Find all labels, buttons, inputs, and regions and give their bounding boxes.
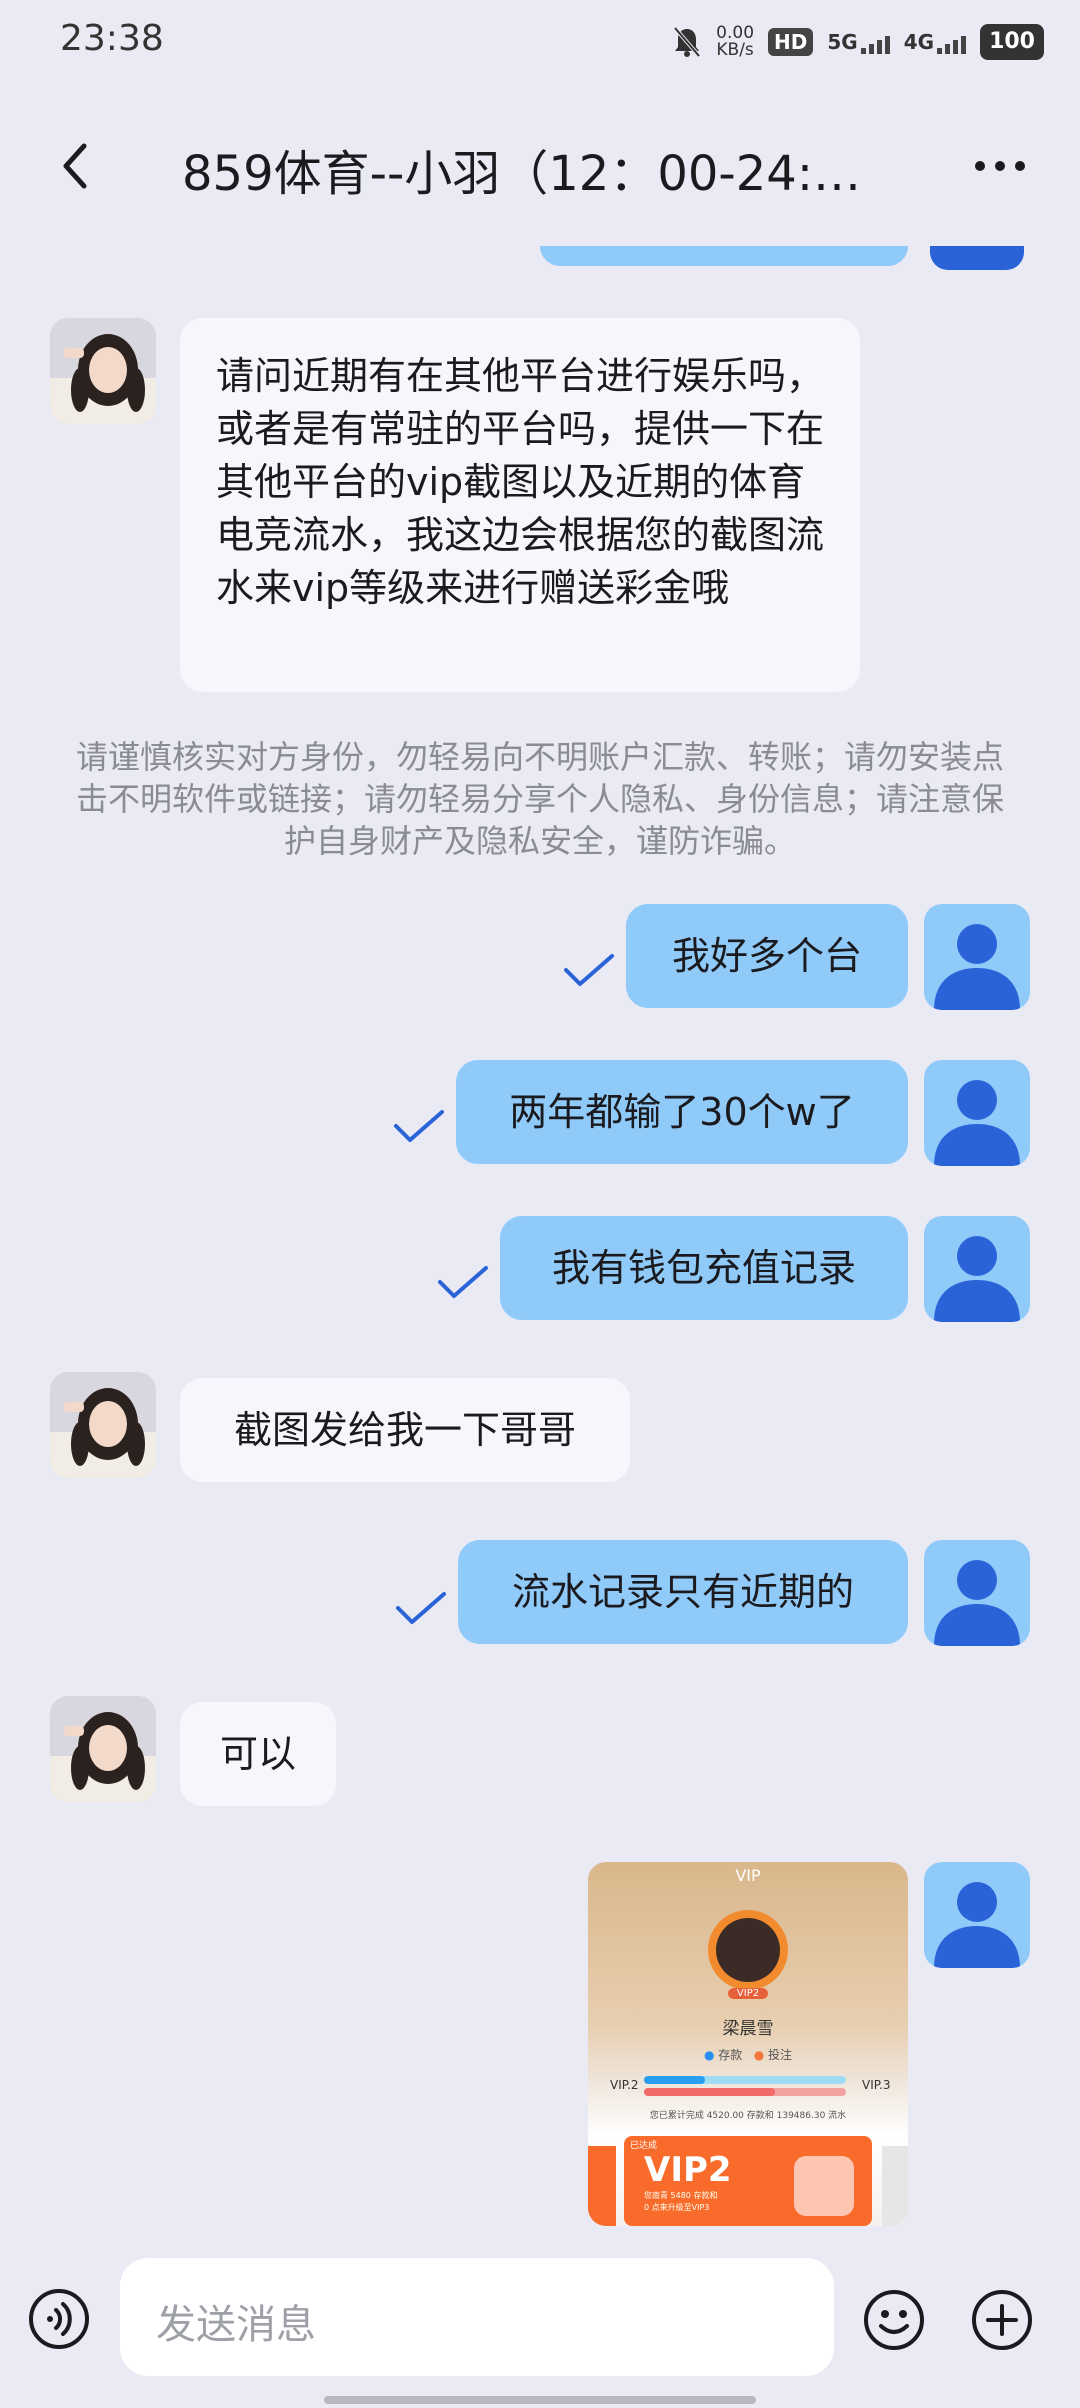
user-avatar-icon [934,1560,1020,1646]
contact-avatar[interactable] [50,1696,156,1802]
shot-avatar-ring [708,1910,788,1990]
shot-level-to: VIP.3 [862,2078,891,2092]
message-input[interactable]: 发送消息 [120,2258,834,2376]
previous-bubble-edge [540,246,908,266]
incoming-message[interactable]: 可以 [180,1702,336,1806]
incoming-message[interactable]: 请问近期有在其他平台进行娱乐吗，或者是有常驻的平台吗，提供一下在其他平台的vip… [180,318,860,692]
mute-icon [673,26,701,58]
shot-avatar [716,1918,780,1982]
input-bar: 发送消息 [0,2240,1080,2408]
contact-avatar-image [50,318,156,424]
shot-vip-card: 已达成 VIP2 您南青 5480 存款和 0 点来升级至VIP3 [624,2136,872,2226]
previous-avatar-edge [930,246,1024,270]
signal-4g-icon: 4G [904,30,967,54]
message-input-placeholder: 发送消息 [156,2302,316,2348]
incoming-message[interactable]: 截图发给我一下哥哥 [180,1378,630,1482]
shot-title: VIP [735,1866,761,1885]
battery-icon: 100 [980,24,1044,60]
shot-stats: 您已累计完成 4520.00 存款和 139486.30 流水 [649,2111,847,2121]
read-check-icon [564,954,614,986]
emoji-icon[interactable] [862,2288,926,2352]
plus-icon[interactable] [970,2288,1034,2352]
read-check-icon [394,1110,444,1142]
user-avatar-icon [934,1080,1020,1166]
shot-badge: VIP2 [728,1988,768,1999]
outgoing-message[interactable]: 流水记录只有近期的 [458,1540,908,1644]
status-icons: 0.00 KB/s HD 5G 4G 100 [672,20,1044,64]
user-avatar[interactable] [924,1540,1030,1646]
shot-progress-deposit [644,2076,846,2084]
outgoing-message[interactable]: 我有钱包充值记录 [500,1216,908,1320]
user-avatar[interactable] [924,1060,1030,1166]
chat-title[interactable]: 859体育--小羽（12：00-24:… [182,134,882,204]
back-arrow-icon[interactable] [56,140,96,192]
status-bar: 23:38 0.00 KB/s HD 5G 4G 100 [0,0,1080,84]
shot-card-level: VIP2 [644,2150,732,2190]
contact-avatar[interactable] [50,318,156,424]
shot-card-right [882,2146,908,2226]
contact-avatar[interactable] [50,1372,156,1478]
contact-avatar-image [50,1696,156,1802]
chat-header: 859体育--小羽（12：00-24:… [0,110,1080,220]
shot-name: 梁晨雪 [722,2019,774,2039]
shot-progress-bet [644,2088,846,2096]
shot-card-desc: 您南青 5480 存款和 0 点来升级至VIP3 [644,2191,718,2212]
read-check-icon [396,1592,446,1624]
shot-progress-deposit-fill [644,2076,705,2084]
net-speed: 0.00 KB/s [716,23,755,60]
contact-avatar-image [50,1372,156,1478]
user-avatar-icon [934,924,1020,1010]
outgoing-message[interactable]: 两年都输了30个w了 [456,1060,908,1164]
image-message[interactable]: VIP VIP2 梁晨雪 ● 存款 ● 投注 VIP.2 VIP.3 您已累计完… [588,1862,908,2226]
signal-5g-icon: 5G [827,30,890,54]
status-time: 23:38 [60,18,164,59]
more-dots-icon[interactable] [970,146,1030,186]
home-indicator[interactable] [324,2396,756,2404]
user-avatar-icon [934,1882,1020,1968]
user-avatar[interactable] [924,1216,1030,1322]
user-avatar-icon [934,1236,1020,1322]
read-check-icon [438,1266,488,1298]
shot-progress-bet-fill [644,2088,776,2096]
voice-icon[interactable] [28,2288,90,2350]
user-avatar[interactable] [924,1862,1030,1968]
safety-notice: 请谨慎核实对方身份，勿轻易向不明账户汇款、转账；请勿安装点击不明软件或链接；请勿… [75,738,1004,860]
shot-level-from: VIP.2 [610,2078,639,2092]
user-avatar[interactable] [924,904,1030,1010]
outgoing-message[interactable]: 我好多个台 [626,904,908,1008]
shot-card-crown [794,2156,854,2216]
shot-options: ● 存款 ● 投注 [703,2048,793,2062]
hd-icon: HD [768,28,814,56]
shot-card-left [588,2146,616,2226]
